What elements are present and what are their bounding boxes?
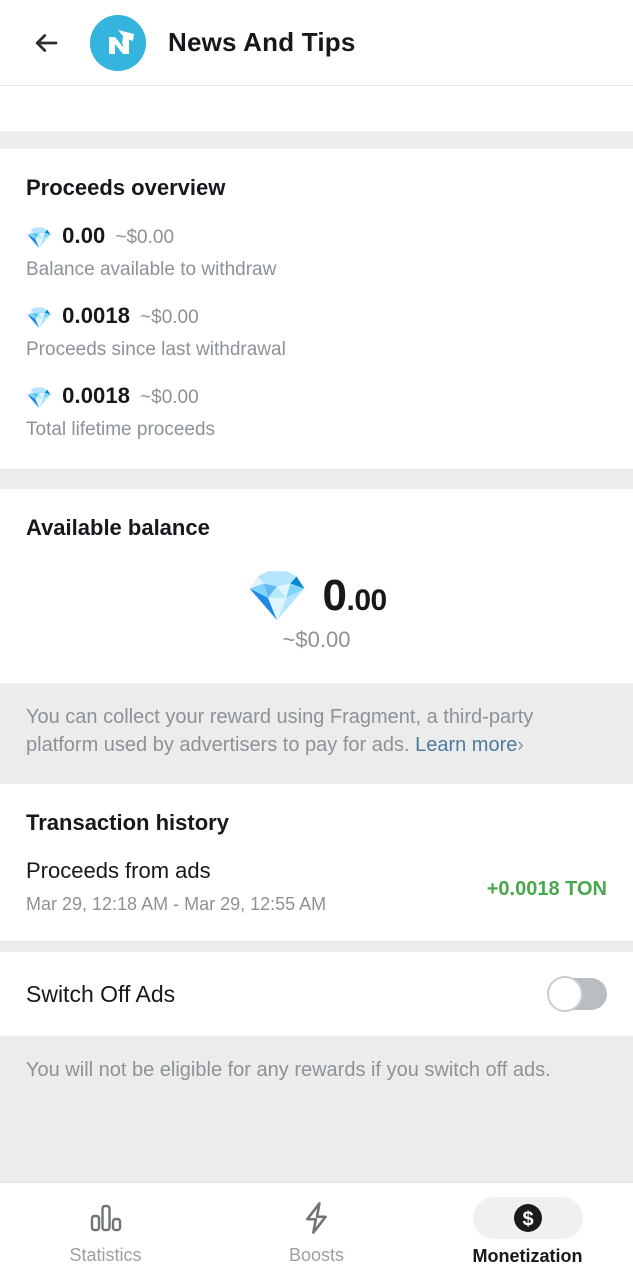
svg-text:$: $ (522, 1208, 533, 1230)
proceeds-label: Total lifetime proceeds (26, 419, 216, 440)
proceeds-row: 💎 0.0018 ~$0.00 Proceeds since last with… (26, 281, 607, 361)
content-spacer (0, 1108, 633, 1182)
transaction-history-title: Transaction history (26, 810, 229, 836)
gem-icon: 💎 (26, 307, 53, 330)
fragment-note: You can collect your reward using Fragme… (0, 683, 633, 785)
proceeds-overview-title: Proceeds overview (26, 175, 226, 200)
nav-tab-boosts[interactable]: Boosts (211, 1198, 422, 1266)
proceeds-row: 💎 0.0018 ~$0.00 Total lifetime proceeds (26, 361, 607, 441)
nav-label-boosts: Boosts (288, 1244, 345, 1265)
transaction-history-card: Transaction history Proceeds from ads Ma… (0, 784, 633, 942)
switch-off-ads-card: Switch Off Ads (0, 952, 633, 1037)
lightning-bolt-icon (302, 1198, 332, 1238)
switch-off-ads-note: You will not be eligible for any rewards… (0, 1036, 633, 1109)
transaction-name: Proceeds from ads (26, 858, 211, 884)
transaction-row[interactable]: Proceeds from ads Mar 29, 12:18 AM - Mar… (26, 858, 607, 915)
chevron-right-icon[interactable]: › (517, 735, 523, 756)
toggle-knob (547, 976, 583, 1013)
monetization-screen: News And Tips Proceeds overview 💎 0.00 ~… (0, 0, 633, 1280)
arrow-left-icon (31, 28, 61, 58)
proceeds-label: Proceeds since last withdrawal (26, 339, 286, 360)
app-header: News And Tips (0, 0, 633, 85)
proceeds-usd: ~$0.00 (115, 227, 175, 248)
nav-tab-statistics[interactable]: Statistics (0, 1198, 211, 1266)
proceeds-label: Balance available to withdraw (26, 259, 277, 280)
header-subbar (0, 85, 633, 131)
bottom-navigation: Statistics Boosts $ Monetization (0, 1182, 633, 1280)
nav-label-statistics: Statistics (69, 1244, 142, 1265)
balance-amount: 💎 0.00 (26, 571, 607, 621)
nt-channel-logo (90, 14, 146, 71)
page-title: News And Tips (168, 27, 356, 57)
switch-off-ads-row[interactable]: Switch Off Ads (0, 952, 633, 1036)
balance-decimal: .00 (346, 584, 388, 617)
back-button[interactable] (24, 21, 68, 65)
switch-off-ads-toggle[interactable] (547, 976, 607, 1013)
proceeds-value: 0.00 (62, 223, 106, 248)
gem-icon: 💎 (26, 227, 53, 250)
section-divider (0, 941, 633, 953)
bar-chart-icon (89, 1198, 123, 1238)
section-divider (0, 131, 633, 149)
section-divider (0, 469, 633, 489)
balance-whole: 0 (322, 571, 347, 620)
available-balance-card: Available balance 💎 0.00 ~$0.00 (0, 489, 633, 683)
nav-tab-monetization[interactable]: $ Monetization (422, 1196, 633, 1267)
transaction-amount: +0.0018 TON (486, 878, 607, 901)
proceeds-usd: ~$0.00 (140, 387, 199, 408)
balance-usd: ~$0.00 (282, 627, 351, 652)
transaction-date: Mar 29, 12:18 AM - Mar 29, 12:55 AM (26, 894, 327, 915)
switch-off-ads-label: Switch Off Ads (26, 980, 176, 1007)
proceeds-row: 💎 0.00 ~$0.00 Balance available to withd… (26, 201, 607, 281)
proceeds-usd: ~$0.00 (140, 307, 199, 328)
available-balance-title: Available balance (26, 515, 210, 540)
nav-label-monetization: Monetization (472, 1245, 583, 1266)
proceeds-overview-card: Proceeds overview 💎 0.00 ~$0.00 Balance … (0, 149, 633, 469)
proceeds-value: 0.0018 (62, 303, 131, 328)
learn-more-link[interactable]: Learn more (415, 734, 517, 756)
gem-icon: 💎 (246, 568, 309, 624)
dollar-circle-icon: $ (472, 1196, 583, 1239)
gem-icon: 💎 (26, 387, 53, 410)
proceeds-value: 0.0018 (62, 383, 131, 408)
